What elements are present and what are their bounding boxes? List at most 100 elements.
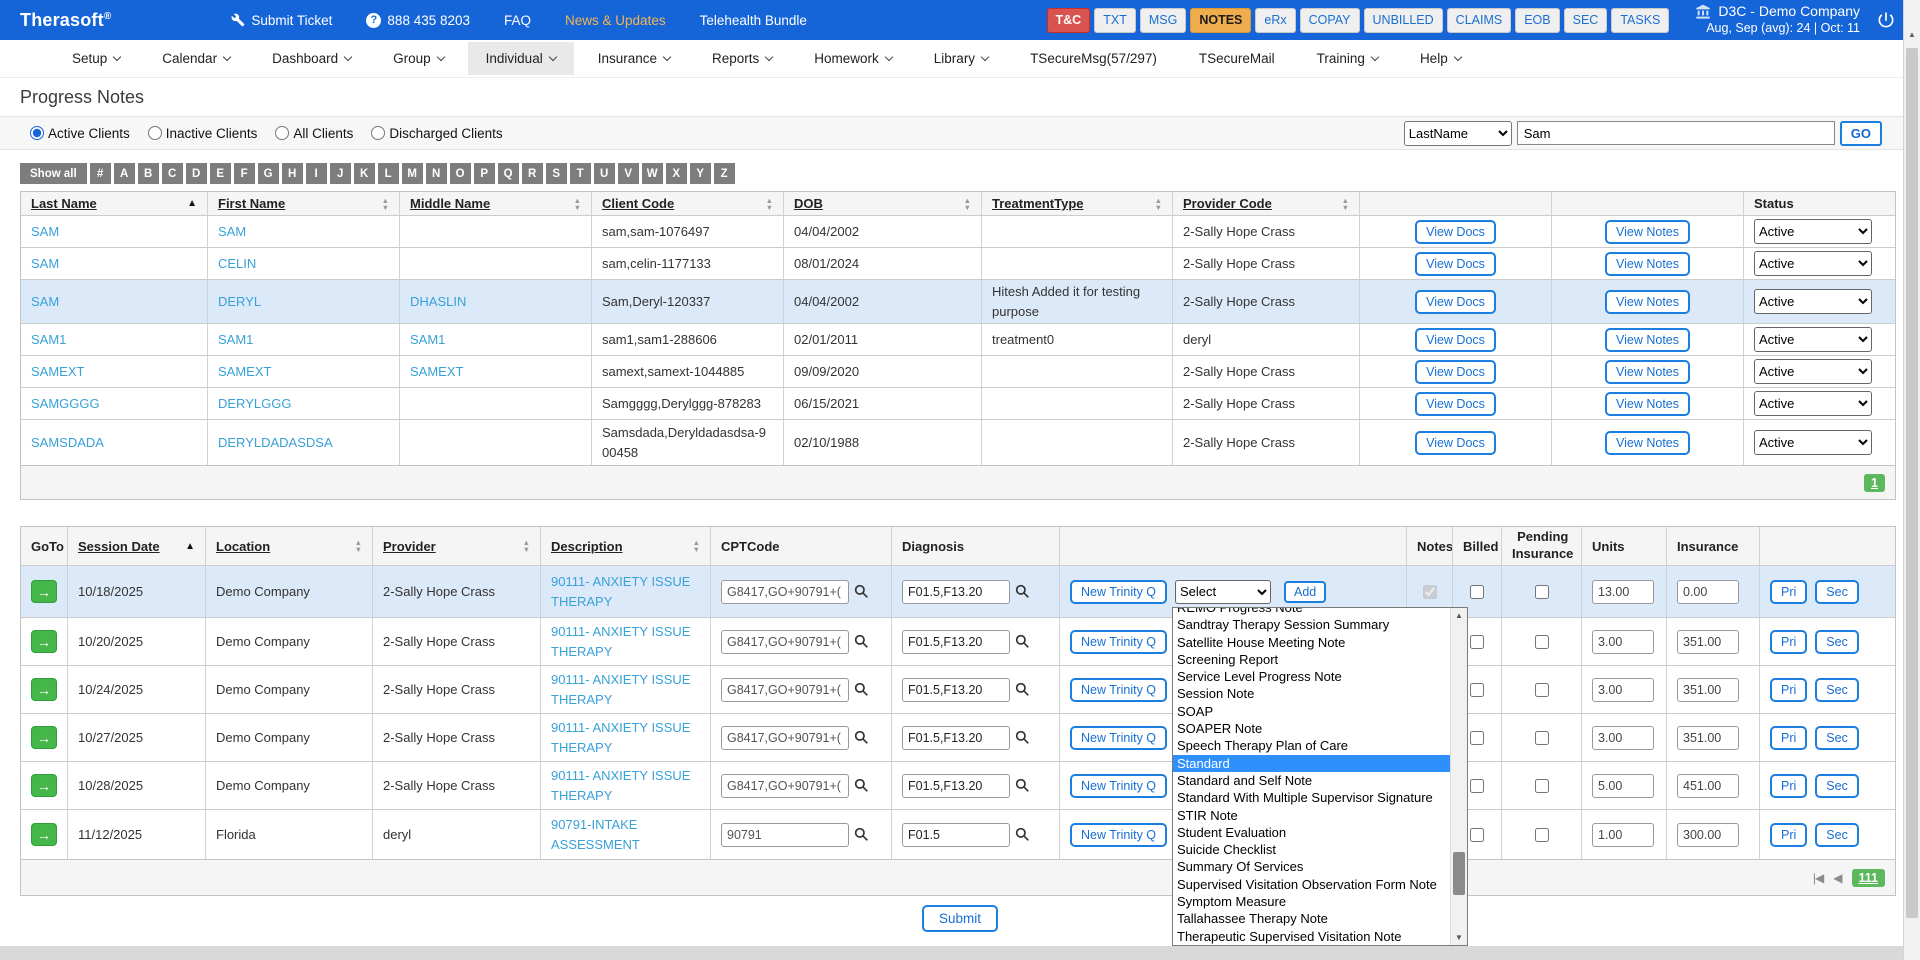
note-type-option[interactable]: Summary Of Services — [1173, 858, 1450, 875]
page-scrollbar-thumb[interactable] — [1906, 48, 1918, 918]
alphabet-letter-button[interactable]: T — [570, 163, 591, 184]
client-status-select[interactable]: Active — [1754, 219, 1872, 244]
alphabet-letter-button[interactable]: V — [618, 163, 639, 184]
insurance-input[interactable] — [1677, 823, 1739, 847]
client-status-select[interactable]: Active — [1754, 430, 1872, 455]
alphabet-letter-button[interactable]: X — [666, 163, 687, 184]
diagnosis-input[interactable] — [902, 630, 1010, 654]
cpt-search-icon[interactable] — [854, 634, 869, 649]
alphabet-letter-button[interactable]: G — [258, 163, 279, 184]
faq-link[interactable]: FAQ — [504, 13, 531, 28]
alphabet-letter-button[interactable]: B — [138, 163, 159, 184]
new-trinity-q-button[interactable]: New Trinity Q — [1070, 774, 1167, 798]
pri-button[interactable]: Pri — [1770, 678, 1807, 702]
search-input[interactable] — [1517, 121, 1835, 145]
goto-session-button[interactable]: → — [31, 774, 57, 797]
billed-checkbox[interactable] — [1470, 828, 1484, 842]
cpt-search-icon[interactable] — [854, 730, 869, 745]
note-type-option[interactable]: Suicide Checklist — [1173, 841, 1450, 858]
pri-button[interactable]: Pri — [1770, 726, 1807, 750]
alphabet-letter-button[interactable]: Y — [690, 163, 711, 184]
diagnosis-search-icon[interactable] — [1015, 584, 1030, 599]
client-status-select[interactable]: Active — [1754, 289, 1872, 314]
radio-inactive-clients-input[interactable] — [148, 126, 162, 140]
cpt-code-input[interactable] — [721, 630, 849, 654]
goto-session-button[interactable]: → — [31, 823, 57, 846]
submit-ticket-link[interactable]: Submit Ticket — [231, 13, 332, 28]
view-notes-button[interactable]: View Notes — [1605, 328, 1690, 352]
insurance-input[interactable] — [1677, 630, 1739, 654]
new-trinity-q-button[interactable]: New Trinity Q — [1070, 630, 1167, 654]
col-header-middle-name[interactable]: Middle Name▲▼ — [400, 192, 592, 215]
alphabet-letter-button[interactable]: L — [378, 163, 399, 184]
diagnosis-search-icon[interactable] — [1015, 778, 1030, 793]
sec-button[interactable]: Sec — [1815, 678, 1859, 702]
cpt-code-input[interactable] — [721, 580, 849, 604]
new-trinity-q-button[interactable]: New Trinity Q — [1070, 580, 1167, 604]
pending-insurance-checkbox[interactable] — [1535, 731, 1549, 745]
client-last-name-link[interactable]: SAM1 — [31, 332, 66, 347]
sec-button[interactable]: Sec — [1815, 630, 1859, 654]
nav-tsecuremail[interactable]: TSecureMail — [1181, 42, 1293, 75]
dropdown-scrollbar-thumb[interactable] — [1453, 852, 1465, 895]
view-docs-button[interactable]: View Docs — [1415, 360, 1496, 384]
radio-discharged-clients-input[interactable] — [371, 126, 385, 140]
view-notes-button[interactable]: View Notes — [1605, 220, 1690, 244]
nav-calendar[interactable]: Calendar — [144, 42, 248, 75]
note-type-option[interactable]: Sandtray Therapy Session Summary — [1173, 616, 1450, 633]
note-type-option[interactable]: Screening Report — [1173, 651, 1450, 668]
pending-insurance-checkbox[interactable] — [1535, 683, 1549, 697]
client-first-name-link[interactable]: DERYLGGG — [218, 396, 291, 411]
news-updates-link[interactable]: News & Updates — [565, 13, 666, 28]
client-last-name-link[interactable]: SAM — [31, 294, 59, 309]
units-input[interactable] — [1592, 823, 1654, 847]
units-input[interactable] — [1592, 774, 1654, 798]
note-type-option[interactable]: STIR Note — [1173, 807, 1450, 824]
client-status-select[interactable]: Active — [1754, 359, 1872, 384]
dropdown-scrollbar[interactable]: ▲ ▼ — [1450, 608, 1467, 945]
goto-session-button[interactable]: → — [31, 580, 57, 603]
txt-button[interactable]: TXT — [1094, 8, 1136, 33]
page-scrollbar[interactable]: ▲ — [1903, 0, 1920, 960]
billed-checkbox[interactable] — [1470, 731, 1484, 745]
col-header-provider[interactable]: Provider▲▼ — [373, 527, 541, 565]
alphabet-letter-button[interactable]: J — [330, 163, 351, 184]
note-type-option[interactable]: Tallahassee Therapy Note — [1173, 910, 1450, 927]
alphabet-letter-button[interactable]: P — [474, 163, 495, 184]
radio-all-clients-input[interactable] — [275, 126, 289, 140]
view-notes-button[interactable]: View Notes — [1605, 290, 1690, 314]
client-first-name-link[interactable]: SAMEXT — [218, 364, 271, 379]
client-status-select[interactable]: Active — [1754, 391, 1872, 416]
col-header-provider-code[interactable]: Provider Code▲▼ — [1173, 192, 1360, 215]
radio-active-clients[interactable]: Active Clients — [30, 126, 130, 141]
alphabet-letter-button[interactable]: E — [210, 163, 231, 184]
notes-button[interactable]: NOTES — [1190, 8, 1251, 33]
alphabet-letter-button[interactable]: Z — [714, 163, 735, 184]
note-type-option[interactable]: Standard With Multiple Supervisor Signat… — [1173, 789, 1450, 806]
cpt-search-icon[interactable] — [854, 778, 869, 793]
alphabet-letter-button[interactable]: M — [402, 163, 423, 184]
alphabet-letter-button[interactable]: U — [594, 163, 615, 184]
telehealth-bundle-link[interactable]: Telehealth Bundle — [700, 13, 807, 28]
view-docs-button[interactable]: View Docs — [1415, 431, 1496, 455]
cpt-code-input[interactable] — [721, 726, 849, 750]
client-first-name-link[interactable]: DERYLDADASDSA — [218, 435, 333, 450]
client-last-name-link[interactable]: SAMSDADA — [31, 435, 104, 450]
alphabet-letter-button[interactable]: F — [234, 163, 255, 184]
pri-button[interactable]: Pri — [1770, 630, 1807, 654]
col-header-first-name[interactable]: First Name▲▼ — [208, 192, 400, 215]
show-all-button[interactable]: Show all — [20, 163, 87, 184]
radio-discharged-clients[interactable]: Discharged Clients — [371, 126, 502, 141]
note-type-select[interactable]: Select — [1175, 580, 1271, 604]
alphabet-letter-button[interactable]: D — [186, 163, 207, 184]
view-notes-button[interactable]: View Notes — [1605, 360, 1690, 384]
col-header-dob[interactable]: DOB▲▼ — [784, 192, 982, 215]
col-header-location[interactable]: Location▲▼ — [206, 527, 373, 565]
claims-button[interactable]: CLAIMS — [1447, 8, 1512, 33]
alphabet-letter-button[interactable]: O — [450, 163, 471, 184]
alphabet-letter-button[interactable]: Q — [498, 163, 519, 184]
units-input[interactable] — [1592, 726, 1654, 750]
client-first-name-link[interactable]: CELIN — [218, 256, 256, 271]
nav-reports[interactable]: Reports — [694, 42, 790, 75]
client-middle-name-link[interactable]: SAM1 — [410, 332, 445, 347]
